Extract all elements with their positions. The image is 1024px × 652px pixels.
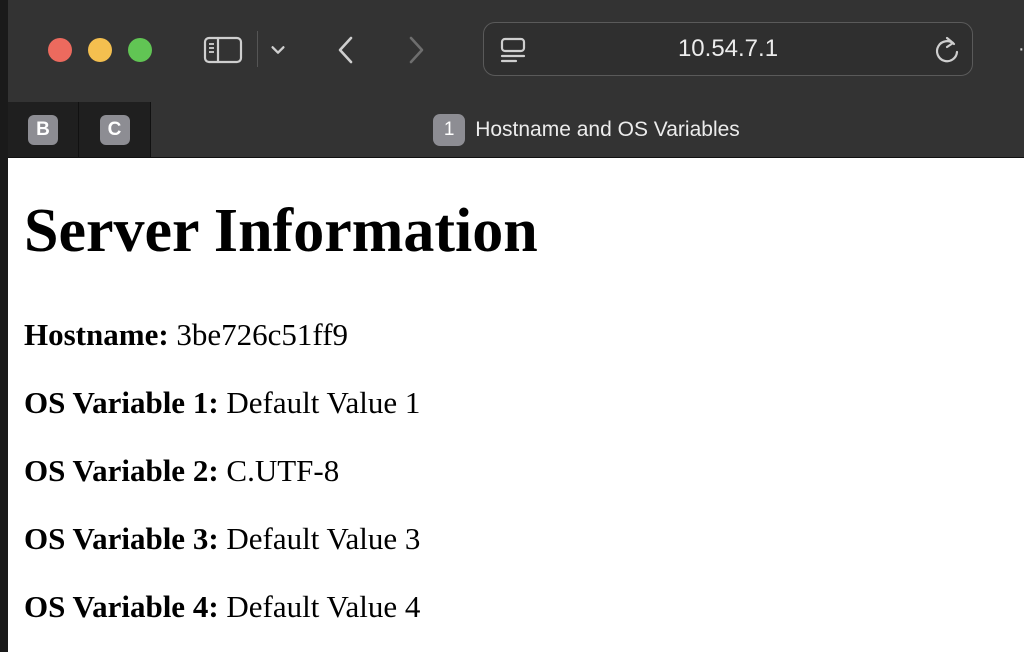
info-label: OS Variable 1: bbox=[24, 385, 219, 420]
window-edge bbox=[0, 0, 8, 652]
reload-icon[interactable] bbox=[932, 35, 962, 65]
info-value: Default Value 1 bbox=[226, 385, 421, 420]
tab-favicon: 1 bbox=[433, 114, 466, 146]
address-bar[interactable]: 10.54.7.1 bbox=[483, 22, 973, 76]
tab-favicon: B bbox=[28, 115, 58, 145]
info-value: Default Value 4 bbox=[226, 589, 421, 624]
info-label: OS Variable 4: bbox=[24, 589, 219, 624]
info-value: 3be726c51ff9 bbox=[176, 317, 349, 352]
info-row-os-variable-4: OS Variable 4: Default Value 4 bbox=[24, 591, 420, 622]
tab-b[interactable]: B bbox=[8, 102, 79, 158]
browser-toolbar: 10.54.7.1 · bbox=[8, 0, 1024, 102]
toolbar-divider bbox=[257, 31, 258, 67]
info-row-os-variable-1: OS Variable 1: Default Value 1 bbox=[24, 387, 420, 418]
info-label: OS Variable 3: bbox=[24, 521, 219, 556]
info-label: OS Variable 2: bbox=[24, 453, 219, 488]
forward-icon[interactable] bbox=[398, 30, 434, 70]
page-title: Server Information bbox=[24, 197, 538, 265]
info-row-os-variable-3: OS Variable 3: Default Value 3 bbox=[24, 523, 420, 554]
info-row-os-variable-2: OS Variable 2: C.UTF-8 bbox=[24, 455, 339, 486]
info-value: Default Value 3 bbox=[226, 521, 421, 556]
back-icon[interactable] bbox=[328, 30, 364, 70]
minimize-window-button[interactable] bbox=[88, 38, 112, 62]
tab-active[interactable]: 1 Hostname and OS Variables bbox=[151, 102, 1024, 158]
page-content: Server Information Hostname: 3be726c51ff… bbox=[8, 158, 1024, 652]
url-text[interactable]: 10.54.7.1 bbox=[484, 23, 972, 75]
close-window-button[interactable] bbox=[48, 38, 72, 62]
info-row-hostname: Hostname: 3be726c51ff9 bbox=[24, 319, 348, 350]
more-toolbar-icon[interactable]: · bbox=[1018, 38, 1024, 62]
sidebar-icon[interactable] bbox=[202, 33, 244, 67]
tab-bar: B C 1 Hostname and OS Variables bbox=[8, 102, 1024, 158]
chevron-down-icon[interactable] bbox=[264, 36, 292, 64]
info-label: Hostname: bbox=[24, 317, 169, 352]
tab-favicon: C bbox=[99, 115, 130, 145]
zoom-window-button[interactable] bbox=[128, 38, 152, 62]
tab-c[interactable]: C bbox=[79, 102, 151, 158]
browser-window: 10.54.7.1 · B C 1 Hostname and OS Variab… bbox=[0, 0, 1024, 652]
tab-title: Hostname and OS Variables bbox=[475, 118, 740, 141]
info-value: C.UTF-8 bbox=[226, 453, 340, 488]
